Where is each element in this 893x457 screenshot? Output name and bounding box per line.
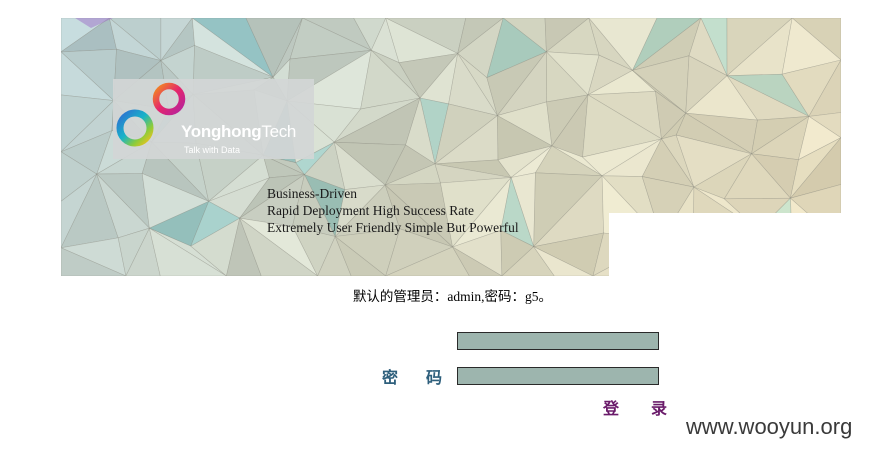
banner-notch	[609, 213, 849, 283]
slogan-line: Rapid Deployment High Success Rate	[267, 203, 474, 218]
default-credentials-hint: 默认的管理员：admin,密码：g5。	[352, 289, 553, 304]
slogan-line: Business-Driven	[267, 186, 357, 201]
password-label: 密 码	[382, 370, 455, 387]
login-button[interactable]: 登 录	[603, 395, 681, 419]
slogan-block: Business-Driven Rapid Deployment High Su…	[267, 185, 519, 236]
watermark: www.wooyun.org	[686, 414, 853, 439]
yonghong-rings-logo-icon	[116, 82, 186, 147]
logo-wordmark: YonghongTech	[181, 122, 297, 141]
password-input[interactable]	[457, 367, 659, 385]
logo-tagline: Talk with Data	[184, 145, 241, 155]
slogan-line: Extremely User Friendly Simple But Power…	[267, 220, 519, 235]
username-input[interactable]	[457, 332, 659, 350]
